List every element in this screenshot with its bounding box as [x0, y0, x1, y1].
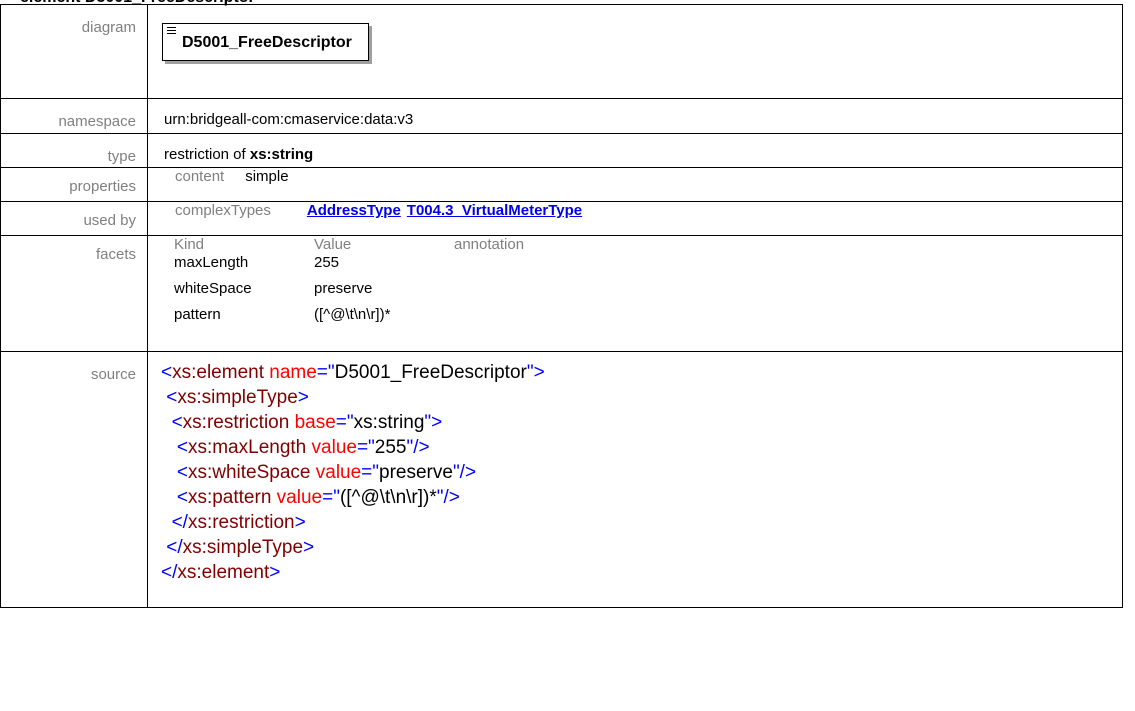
facets-label: facets — [0, 235, 148, 352]
type-label: type — [0, 133, 148, 168]
row-namespace: namespace urn:bridgeall-com:cmaservice:d… — [0, 98, 1123, 134]
properties-cell: content simple — [147, 167, 1123, 202]
facets-cell: Kind Value annotation maxLength 255 whit… — [147, 235, 1123, 352]
diagram-cell: D5001_FreeDescriptor — [147, 4, 1123, 99]
facets-header-kind: Kind — [174, 236, 205, 253]
row-used-by: used by complexTypes AddressType T004.3_… — [0, 201, 1123, 236]
facet-kind: maxLength — [174, 254, 249, 271]
source-label: source — [0, 351, 148, 608]
used-by-label: used by — [0, 201, 148, 236]
type-value: restriction of xs:string — [147, 133, 1123, 168]
facets-header-annotation: annotation — [454, 236, 525, 253]
element-diagram-box: D5001_FreeDescriptor — [162, 23, 369, 61]
diagram-element-name: D5001_FreeDescriptor — [182, 34, 352, 51]
source-code-cell: <xs:element name="D5001_FreeDescriptor">… — [147, 351, 1123, 608]
facet-value: ([^@\t\n\r])* — [314, 306, 391, 323]
facet-kind: whiteSpace — [174, 280, 252, 297]
xml-source-code: <xs:element name="D5001_FreeDescriptor">… — [161, 362, 545, 583]
row-source: source <xs:element name="D5001_FreeDescr… — [0, 351, 1123, 608]
row-type: type restriction of xs:string — [0, 133, 1123, 168]
facet-value: preserve — [314, 280, 373, 297]
properties-label: properties — [0, 167, 148, 202]
row-facets: facets Kind Value annotation maxLength 2… — [0, 235, 1123, 352]
facets-table: Kind Value annotation maxLength 255 whit… — [174, 236, 524, 332]
facets-header-value: Value — [314, 236, 352, 253]
type-base: xs:string — [249, 146, 314, 163]
used-by-key: complexTypes — [175, 202, 271, 219]
namespace-label: namespace — [0, 98, 148, 134]
facet-value: 255 — [314, 254, 340, 271]
schema-element-table: diagram D5001_FreeDescriptor namespace u… — [0, 4, 1123, 608]
element-lines-icon — [167, 27, 176, 34]
facet-row: pattern ([^@\t\n\r])* — [174, 306, 524, 332]
namespace-value: urn:bridgeall-com:cmaservice:data:v3 — [147, 98, 1123, 134]
properties-key: content — [175, 168, 225, 185]
row-diagram: diagram D5001_FreeDescriptor — [0, 4, 1123, 99]
type-prefix: restriction of — [164, 146, 250, 163]
properties-value: simple — [245, 168, 289, 185]
facet-kind: pattern — [174, 306, 221, 323]
facet-row: whiteSpace preserve — [174, 280, 524, 306]
row-properties: properties content simple — [0, 167, 1123, 202]
link-addresstype[interactable]: AddressType — [307, 202, 401, 219]
diagram-label: diagram — [0, 4, 148, 99]
facet-row: maxLength 255 — [174, 254, 524, 280]
link-virtualmetertype[interactable]: T004.3_VirtualMeterType — [407, 202, 582, 219]
used-by-cell: complexTypes AddressType T004.3_VirtualM… — [147, 201, 1123, 236]
